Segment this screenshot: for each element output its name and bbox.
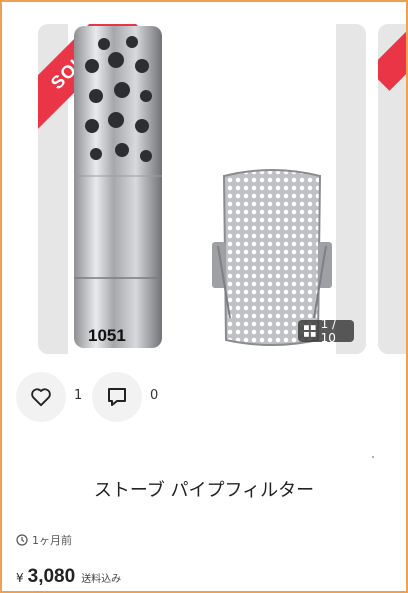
- grid-icon: [304, 325, 316, 337]
- carousel-slide-next[interactable]: [378, 24, 408, 354]
- like-button[interactable]: [16, 372, 66, 422]
- comment-count: 0: [150, 388, 159, 403]
- like-count: 1: [74, 388, 83, 403]
- heart-icon: [31, 388, 51, 407]
- action-bar: 1 0: [16, 372, 396, 422]
- comment-button[interactable]: [92, 372, 142, 422]
- image-counter-text: 1 / 10: [320, 317, 337, 345]
- sold-ribbon-next: [378, 27, 408, 91]
- posted-time-text: 1ヶ月前: [32, 534, 72, 547]
- image-carousel[interactable]: SOLD 1051 1 / 10: [0, 0, 408, 360]
- image-counter: 1 / 10: [298, 317, 354, 345]
- price: ¥ 3,080 送料込み: [16, 566, 121, 588]
- divider-dot: [372, 456, 374, 458]
- clock-icon: [16, 534, 28, 546]
- price-amount: 3,080: [27, 566, 76, 587]
- comment-icon: [108, 388, 126, 406]
- item-title: ストーブ パイプフィルター: [93, 480, 315, 501]
- shipping-included: 送料込み: [81, 574, 122, 585]
- pipe-filter-tube-photo: [74, 26, 162, 348]
- product-number-label: 1051: [88, 326, 126, 345]
- currency-symbol: ¥: [16, 571, 24, 585]
- posted-time: 1ヶ月前: [16, 532, 72, 548]
